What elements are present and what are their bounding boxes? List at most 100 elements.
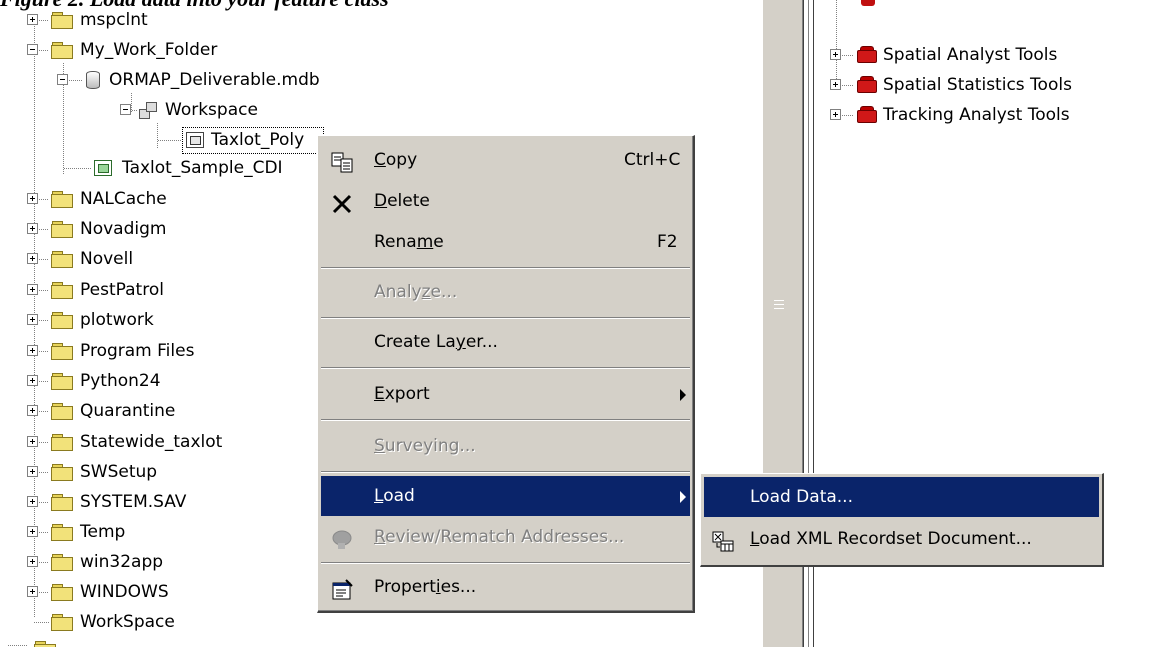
expand-icon[interactable]: [27, 466, 38, 477]
menu-item-label: Create Layer...: [374, 332, 498, 352]
tree-item-taxlot-sample[interactable]: Taxlot_Sample_CDI: [0, 153, 330, 183]
expand-icon[interactable]: [27, 375, 38, 386]
feature-dataset-icon: [139, 101, 159, 119]
folder-icon: [51, 343, 73, 360]
expand-icon[interactable]: [27, 284, 38, 295]
toolbox-item-spatial-statistics[interactable]: Spatial Statistics Tools: [815, 70, 1145, 100]
expand-icon[interactable]: [27, 586, 38, 597]
menu-separator: [321, 317, 690, 319]
expand-icon[interactable]: [830, 49, 841, 60]
menu-item-label: Rename: [374, 232, 444, 252]
tree-item-novadigm[interactable]: Novadigm: [0, 214, 300, 244]
copy-icon: [331, 149, 355, 173]
expand-icon[interactable]: [27, 223, 38, 234]
folder-icon: [51, 554, 73, 571]
folder-icon: [51, 614, 73, 631]
grip-mark: [774, 308, 784, 309]
tree-item-label: WorkSpace: [80, 612, 175, 632]
properties-icon: [331, 576, 355, 600]
tree-item-taxlot-poly[interactable]: Taxlot_Poly: [0, 125, 330, 155]
xml-recordset-icon: [712, 528, 736, 552]
tree-item-mspclnt[interactable]: mspclnt: [0, 5, 300, 35]
tree-item-workspace-dataset[interactable]: Workspace: [0, 95, 300, 125]
toolbox-icon: [857, 46, 877, 64]
tree-item-novell[interactable]: Novell: [0, 244, 300, 274]
geodatabase-icon: [86, 71, 100, 89]
menu-item-label: Delete: [374, 191, 430, 211]
menu-item-label: Copy: [374, 150, 418, 170]
menu-item-copy[interactable]: Copy Ctrl+C: [321, 140, 690, 180]
toolbox-item-spatial-analyst[interactable]: Spatial Analyst Tools: [815, 40, 1145, 70]
grip-mark: [774, 300, 784, 301]
expand-icon[interactable]: [830, 79, 841, 90]
toolbox-tree: Spatial Analyst Tools Spatial Statistics…: [815, 0, 1153, 125]
tree-item-windows[interactable]: WINDOWS: [0, 577, 300, 607]
menu-item-create-layer[interactable]: Create Layer...: [321, 322, 690, 362]
tree-item-quarantine[interactable]: Quarantine: [0, 396, 300, 426]
expand-icon[interactable]: [27, 496, 38, 507]
expand-icon[interactable]: [830, 109, 841, 120]
expand-icon[interactable]: [27, 193, 38, 204]
delete-icon: [331, 190, 355, 214]
tree-item-label: My_Work_Folder: [80, 40, 218, 60]
tree-item-pestpatrol[interactable]: PestPatrol: [0, 275, 300, 305]
menu-separator: [321, 367, 690, 369]
tree-item-label: NALCache: [80, 189, 167, 209]
toolbox-item-tracking-analyst[interactable]: Tracking Analyst Tools: [815, 100, 1145, 130]
menu-item-rename[interactable]: Rename F2: [321, 222, 690, 262]
tree-item-label: Taxlot_Poly: [211, 130, 305, 150]
menu-separator: [321, 471, 690, 473]
toolbox-icon-partial: [861, 0, 875, 6]
tree-item-workspace-folder[interactable]: WorkSpace: [0, 607, 300, 637]
expand-icon[interactable]: [27, 526, 38, 537]
folder-icon: [51, 403, 73, 420]
menu-separator: [321, 267, 690, 269]
expand-icon[interactable]: [27, 314, 38, 325]
folder-icon: [51, 12, 73, 29]
toolbox-icon: [857, 106, 877, 124]
tree-item-label: Statewide_taxlot: [80, 432, 223, 452]
tree-item-label: Novell: [80, 249, 134, 269]
expand-icon[interactable]: [27, 556, 38, 567]
menu-item-review-rematch: Review/Rematch Addresses...: [321, 517, 690, 557]
menu-item-load[interactable]: Load: [321, 476, 690, 516]
menu-item-analyze: Analyze...: [321, 272, 690, 312]
menu-item-shortcut: Ctrl+C: [624, 150, 681, 170]
tree-item-win32app[interactable]: win32app: [0, 547, 300, 577]
menu-item-delete[interactable]: Delete: [321, 181, 690, 221]
tree-item-label: ORMAP_Deliverable.mdb: [109, 70, 320, 90]
menu-item-label: Properties...: [374, 577, 477, 597]
expand-icon[interactable]: [27, 405, 38, 416]
tree-item-my-work-folder[interactable]: My_Work_Folder: [0, 35, 300, 65]
tree-item-swsetup[interactable]: SWSetup: [0, 457, 300, 487]
tree-item-python24[interactable]: Python24: [0, 366, 300, 396]
expand-icon[interactable]: [27, 436, 38, 447]
tree-item-temp[interactable]: Temp: [0, 517, 300, 547]
tree-item-program-files[interactable]: Program Files: [0, 336, 300, 366]
toolbox-item-label: Spatial Analyst Tools: [883, 45, 1058, 65]
expand-icon[interactable]: [27, 345, 38, 356]
menu-item-export[interactable]: Export: [321, 374, 690, 414]
tree-item-statewide-taxlot[interactable]: Statewide_taxlot: [0, 427, 320, 457]
tree-item-partial: [0, 637, 120, 647]
expand-icon[interactable]: [27, 14, 38, 25]
menu-item-load-xml[interactable]: Load XML Recordset Document...: [704, 519, 1099, 559]
folder-icon: [51, 312, 73, 329]
toolbox-item-label: Spatial Statistics Tools: [883, 75, 1072, 95]
menu-item-load-data[interactable]: Load Data...: [704, 477, 1099, 517]
folder-icon: [51, 434, 73, 451]
tree-item-plotwork[interactable]: plotwork: [0, 305, 300, 335]
tree-item-nalcache[interactable]: NALCache: [0, 184, 300, 214]
menu-item-shortcut: F2: [657, 232, 678, 252]
expand-icon[interactable]: [27, 253, 38, 264]
tree-item-system-sav[interactable]: SYSTEM.SAV: [0, 487, 300, 517]
menu-item-label: Analyze...: [374, 282, 458, 302]
tree-item-label: mspclnt: [80, 10, 148, 30]
tree-item-label: win32app: [80, 552, 164, 572]
collapse-icon[interactable]: [57, 74, 68, 85]
tree-item-ormap-deliverable[interactable]: ORMAP_Deliverable.mdb: [0, 65, 400, 95]
submenu-arrow-icon: [680, 389, 686, 401]
collapse-icon[interactable]: [120, 104, 131, 115]
collapse-icon[interactable]: [27, 44, 38, 55]
menu-item-properties[interactable]: Properties...: [321, 567, 690, 607]
